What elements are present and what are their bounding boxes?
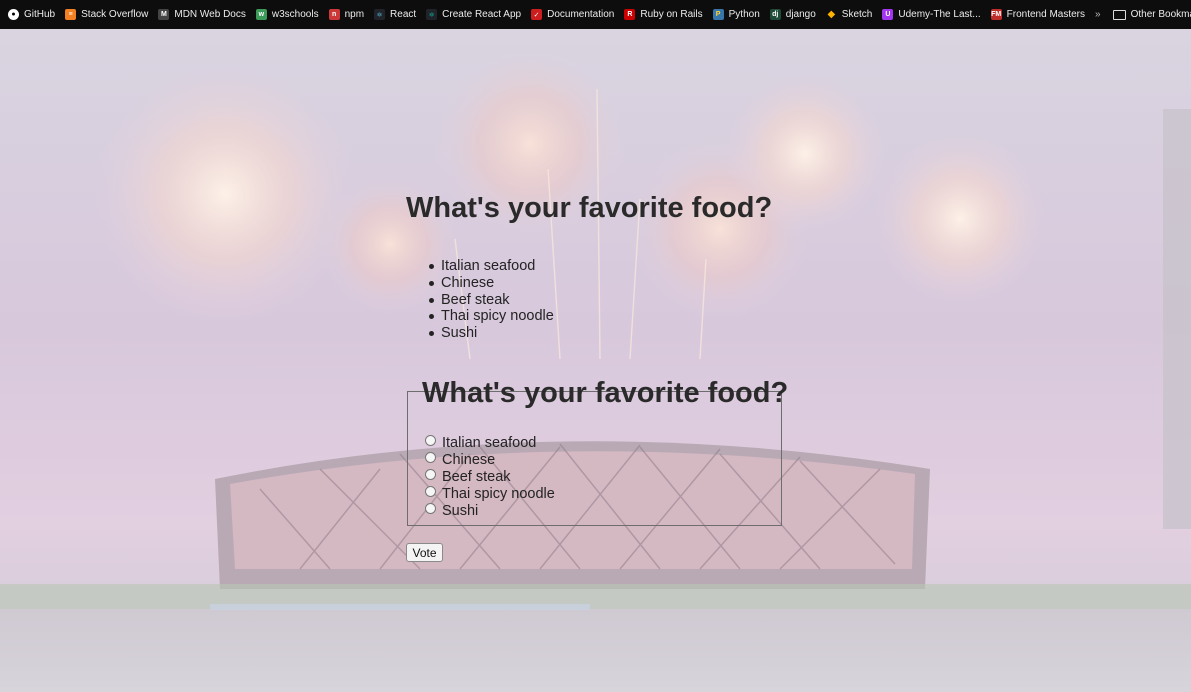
bookmark-django[interactable]: dj django <box>769 9 816 20</box>
radio-button[interactable] <box>425 468 436 480</box>
bookmark-label: MDN Web Docs <box>174 9 246 20</box>
bookmark-label: django <box>785 9 816 20</box>
bookmark-label: npm <box>344 9 365 20</box>
radio-option-italian-seafood[interactable]: Italian seafood <box>425 434 537 451</box>
bookmark-label: Sketch <box>841 9 873 20</box>
bookmark-label: Ruby on Rails <box>640 9 703 20</box>
bookmark-udemy[interactable]: U Udemy-The Last... <box>882 9 981 20</box>
github-icon: ● <box>8 9 19 20</box>
udemy-icon: U <box>882 9 894 20</box>
create-react-app-icon: ⚛ <box>426 9 438 20</box>
radio-label: Italian seafood <box>442 435 537 451</box>
radio-option-beef-steak[interactable]: Beef steak <box>425 468 511 485</box>
bookmark-label: w3schools <box>271 9 319 20</box>
bookmark-label: Frontend Masters <box>1006 9 1086 20</box>
bookmark-ruby-on-rails[interactable]: R Ruby on Rails <box>624 9 703 20</box>
radio-button[interactable] <box>425 434 436 446</box>
bookmark-frontend-masters[interactable]: FM Frontend Masters <box>990 9 1086 20</box>
bookmark-w3schools[interactable]: w w3schools <box>255 9 319 20</box>
react-icon: ⚛ <box>374 9 386 20</box>
radio-label: Sushi <box>442 503 479 519</box>
stackoverflow-icon: ≡ <box>65 9 77 20</box>
bookmark-label: React <box>390 9 417 20</box>
bookmarks-bar: ● GitHub ≡ Stack Overflow M MDN Web Docs… <box>0 0 1191 29</box>
bookmark-label: Other Bookmarks <box>1130 9 1191 20</box>
page-heading: What's your favorite food? <box>406 192 773 224</box>
bookmark-label: Create React App <box>442 9 522 20</box>
food-list-item: Chinese <box>429 275 554 292</box>
bookmark-label: Python <box>728 9 760 20</box>
rails-icon: R <box>624 9 636 20</box>
w3schools-icon: w <box>255 9 267 20</box>
vote-legend: What's your favorite food? <box>422 377 789 409</box>
radio-button[interactable] <box>425 485 436 497</box>
bookmark-label: GitHub <box>24 9 56 20</box>
bookmark-python[interactable]: P Python <box>712 9 760 20</box>
django-icon: dj <box>769 9 781 20</box>
radio-label: Chinese <box>442 452 496 468</box>
radio-label: Thai spicy noodle <box>442 486 555 502</box>
food-list-item: Thai spicy noodle <box>429 308 554 325</box>
frontend-masters-icon: FM <box>990 9 1002 20</box>
bookmark-mdn[interactable]: M MDN Web Docs <box>158 9 246 20</box>
bookmark-react[interactable]: ⚛ React <box>374 9 416 20</box>
python-icon: P <box>712 9 724 20</box>
bookmark-npm[interactable]: n npm <box>328 9 365 20</box>
bookmark-stack-overflow[interactable]: ≡ Stack Overflow <box>65 9 148 20</box>
radio-option-sushi[interactable]: Sushi <box>425 502 479 519</box>
bookmark-github[interactable]: ● GitHub <box>8 9 55 20</box>
background-image <box>0 29 1191 692</box>
food-list-item: Sushi <box>429 325 554 342</box>
bookmark-sketch[interactable]: ◆ Sketch <box>826 9 873 20</box>
overflow-chevron-icon[interactable]: » <box>1095 9 1101 20</box>
food-list: Italian seafood Chinese Beef steak Thai … <box>429 258 554 342</box>
food-list-item: Beef steak <box>429 292 554 309</box>
vote-fieldset: What's your favorite food? Italian seafo… <box>407 377 788 526</box>
bookmark-label: Udemy-The Last... <box>898 9 981 20</box>
radio-option-thai-spicy-noodle[interactable]: Thai spicy noodle <box>425 485 555 502</box>
sketch-icon: ◆ <box>827 9 836 20</box>
vote-button[interactable]: Vote <box>406 543 443 562</box>
bookmark-label: Stack Overflow <box>81 9 149 20</box>
bookmark-label: Documentation <box>547 9 615 20</box>
bookmark-documentation[interactable]: ✓ Documentation <box>531 9 614 20</box>
radio-button[interactable] <box>425 502 436 514</box>
radio-label: Beef steak <box>442 469 511 485</box>
bookmark-create-react-app[interactable]: ⚛ Create React App <box>426 9 521 20</box>
other-bookmarks[interactable]: Other Bookmarks <box>1112 9 1191 20</box>
radio-option-chinese[interactable]: Chinese <box>425 451 496 468</box>
mdn-icon: M <box>158 9 170 20</box>
documentation-icon: ✓ <box>531 9 543 20</box>
npm-icon: n <box>328 9 340 20</box>
radio-button[interactable] <box>425 451 436 463</box>
food-list-item: Italian seafood <box>429 258 554 275</box>
folder-icon <box>1112 9 1126 20</box>
